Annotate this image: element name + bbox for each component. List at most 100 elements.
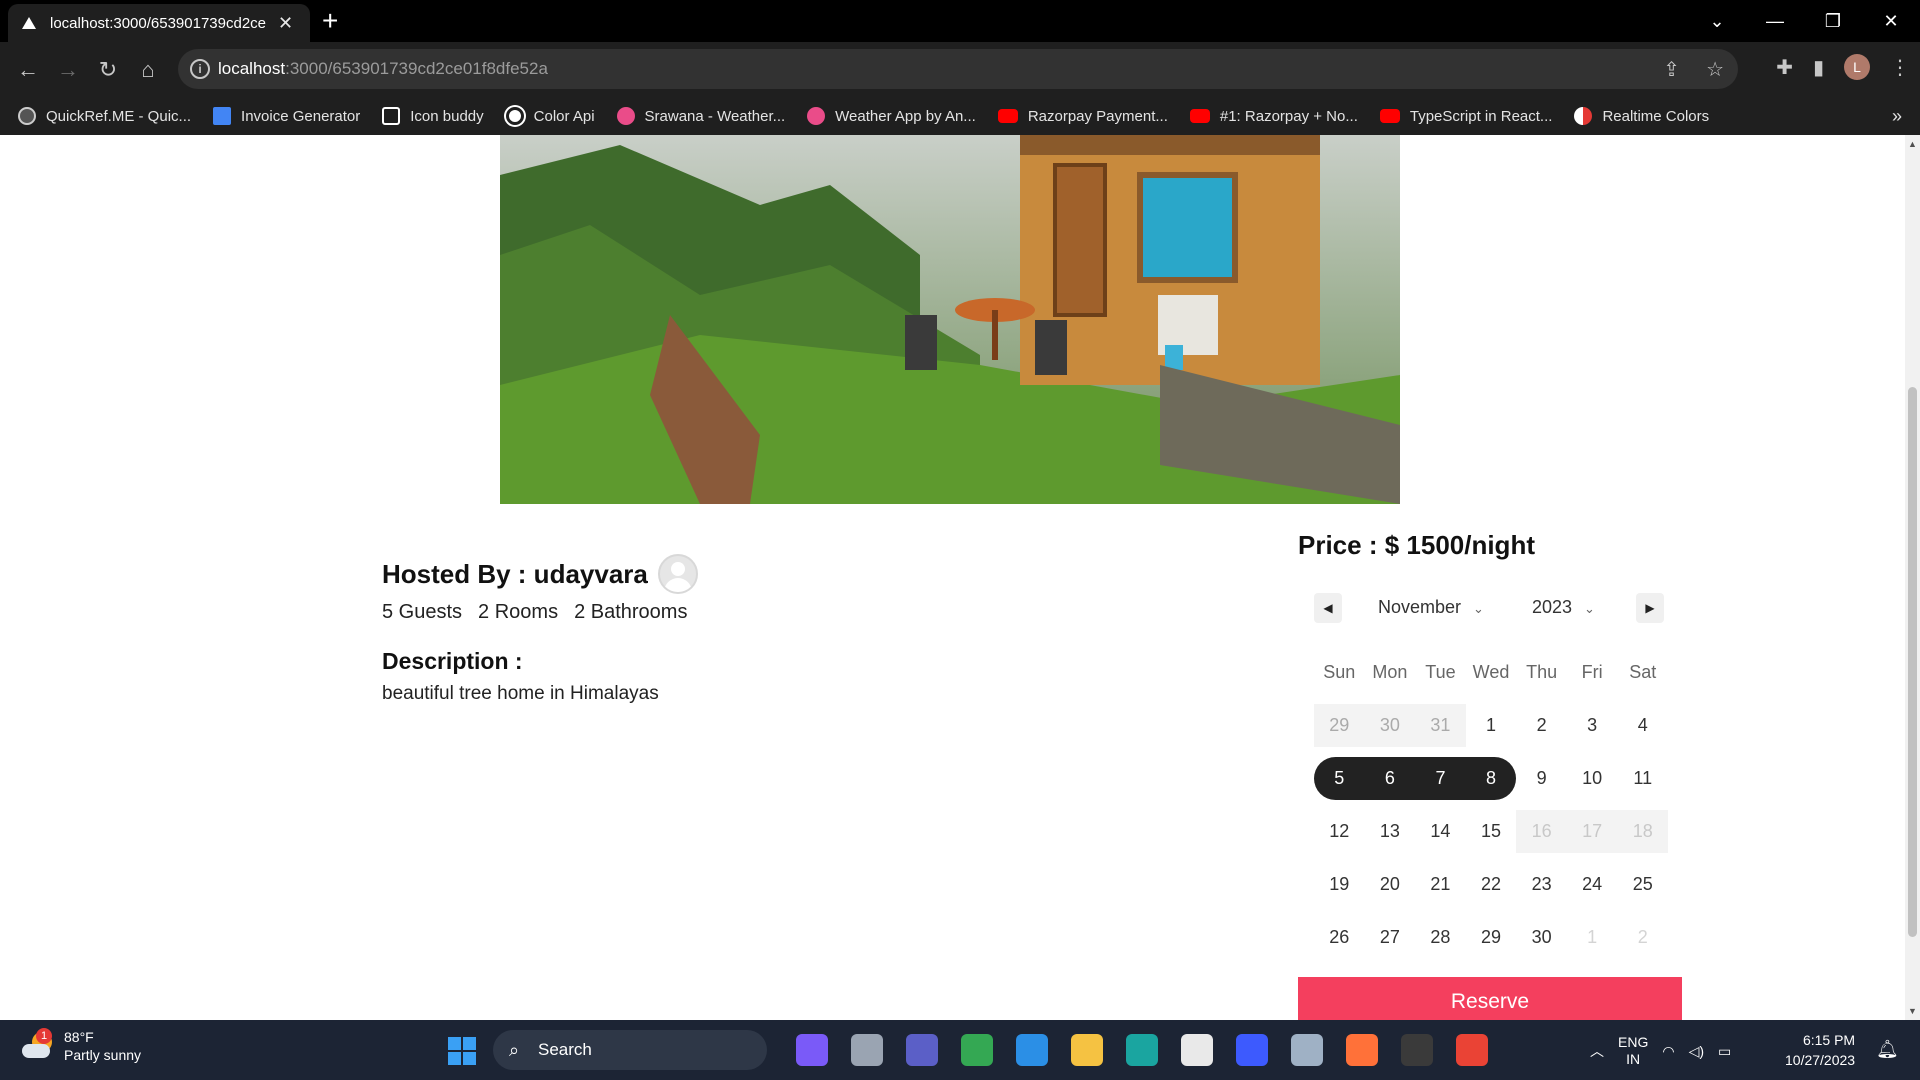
language-indicator[interactable]: ENG IN	[1618, 1034, 1648, 1068]
minimize-icon[interactable]: —	[1746, 11, 1804, 32]
scroll-down-icon[interactable]: ▼	[1908, 1006, 1917, 1016]
info-icon[interactable]: i	[190, 59, 210, 79]
calendar-day[interactable]: 3	[1567, 704, 1618, 747]
scrollbar[interactable]: ▲ ▼	[1905, 135, 1920, 1020]
system-tray: ︿ ENG IN ◠ ◁) ▭	[1590, 1034, 1731, 1068]
window-controls: ⌄ — ❐ ✕	[1688, 0, 1920, 42]
bookmark-item[interactable]: #1: Razorpay + No...	[1189, 108, 1358, 125]
extensions-icon[interactable]: ✚	[1776, 55, 1793, 80]
task-view-icon[interactable]	[851, 1034, 883, 1066]
menu-icon[interactable]: ⋮	[1890, 55, 1910, 80]
reserve-button[interactable]: Reserve	[1298, 977, 1682, 1020]
calendar-day[interactable]: 26	[1314, 916, 1365, 959]
calendar-day[interactable]: 8	[1465, 757, 1517, 800]
forward-icon[interactable]: →	[52, 54, 84, 86]
bookmark-item[interactable]: Icon buddy	[382, 107, 484, 125]
next-month-icon[interactable]: ▶	[1636, 593, 1664, 623]
share-icon[interactable]: ⇪	[1663, 57, 1680, 82]
calendar-day[interactable]: 23	[1516, 863, 1567, 906]
copilot-icon[interactable]	[796, 1034, 828, 1066]
chrome-profile-icon[interactable]	[1456, 1034, 1488, 1066]
bathrooms-count: 2 Bathrooms	[574, 601, 688, 623]
calendar-day[interactable]: 12	[1314, 810, 1365, 853]
edge-icon[interactable]	[1126, 1034, 1158, 1066]
bookmark-item[interactable]: Invoice Generator	[213, 107, 360, 125]
bookmark-item[interactable]: Srawana - Weather...	[616, 107, 785, 125]
bookmark-label: Icon buddy	[410, 107, 484, 125]
prev-month-icon[interactable]: ◀	[1314, 593, 1342, 623]
clock[interactable]: 6:15 PM 10/27/2023	[1785, 1030, 1855, 1070]
star-icon[interactable]: ☆	[1706, 57, 1724, 82]
calendar-day[interactable]: 29	[1466, 916, 1517, 959]
calendar-day[interactable]: 13	[1365, 810, 1416, 853]
calendar-day[interactable]: 2	[1516, 704, 1567, 747]
reload-icon[interactable]: ↻	[92, 54, 124, 86]
volume-icon[interactable]: ◁)	[1689, 1043, 1704, 1060]
tab-search-icon[interactable]: ⌄	[1688, 11, 1746, 32]
icb-icon	[382, 107, 401, 125]
calendar-day[interactable]: 9	[1516, 757, 1567, 800]
battery-icon[interactable]: ▭	[1718, 1043, 1731, 1060]
clock-time: 6:15 PM	[1802, 1032, 1856, 1048]
bookmark-item[interactable]: Realtime Colors	[1574, 107, 1709, 125]
chrome-icon[interactable]	[961, 1034, 993, 1066]
browser-tab[interactable]: localhost:3000/653901739cd2ce ✕	[8, 4, 310, 42]
calendar-day[interactable]: 10	[1567, 757, 1618, 800]
scroll-thumb[interactable]	[1908, 387, 1917, 937]
notification-bell-icon[interactable]: 🔔︎	[1876, 1039, 1899, 1060]
side-panel-icon[interactable]: ▮	[1813, 55, 1824, 80]
calendar-day[interactable]: 1	[1466, 704, 1517, 747]
wifi-icon[interactable]: ◠	[1662, 1043, 1674, 1060]
firefox-icon[interactable]	[1346, 1034, 1378, 1066]
calendar-day[interactable]: 24	[1567, 863, 1618, 906]
new-tab-button[interactable]: +	[322, 4, 338, 38]
calendar-day[interactable]: 6	[1364, 757, 1416, 800]
windows-start-icon[interactable]	[448, 1037, 476, 1065]
calendar-day[interactable]: 22	[1466, 863, 1517, 906]
calendar-day[interactable]: 15	[1466, 810, 1517, 853]
address-bar[interactable]: i localhost:3000/653901739cd2ce01f8dfe52…	[178, 49, 1738, 89]
calendar-day[interactable]: 20	[1365, 863, 1416, 906]
restore-icon[interactable]: ❐	[1804, 11, 1862, 32]
close-window-icon[interactable]: ✕	[1862, 11, 1920, 32]
calendar-day[interactable]: 4	[1617, 704, 1668, 747]
calendar-week: 29 30 31 1 2 3 4	[1314, 699, 1668, 752]
home-icon[interactable]: ⌂	[132, 54, 164, 86]
bookmark-label: Color Api	[533, 107, 595, 125]
browser-toolbar: ← → ↻ ⌂ i localhost:3000/653901739cd2ce0…	[0, 42, 1920, 97]
taskbar-search[interactable]: ⌕ Search	[493, 1030, 767, 1070]
explorer-icon[interactable]	[1071, 1034, 1103, 1066]
month-select[interactable]: November ⌄	[1378, 597, 1484, 618]
bookmark-item[interactable]: Razorpay Payment...	[997, 108, 1168, 125]
bookmark-item[interactable]: Weather App by An...	[807, 107, 976, 125]
calendar-day[interactable]: 11	[1617, 757, 1668, 800]
calendar-day[interactable]: 14	[1415, 810, 1466, 853]
calendar-day[interactable]: 5	[1314, 757, 1365, 800]
back-icon[interactable]: ←	[12, 54, 44, 86]
calendar-day[interactable]: 28	[1415, 916, 1466, 959]
bookmark-item[interactable]: Color Api	[505, 107, 595, 125]
chevron-up-icon[interactable]: ︿	[1590, 1041, 1604, 1061]
profile-avatar[interactable]: L	[1844, 54, 1870, 80]
calculator-icon[interactable]	[1291, 1034, 1323, 1066]
calendar-day[interactable]: 27	[1365, 916, 1416, 959]
calendar-day[interactable]: 21	[1415, 863, 1466, 906]
calendar-day[interactable]: 25	[1617, 863, 1668, 906]
store-icon[interactable]	[1181, 1034, 1213, 1066]
hosted-by-heading: Hosted By : udayvara	[382, 554, 698, 594]
vscode-icon[interactable]	[1016, 1034, 1048, 1066]
calendar-day[interactable]: 7	[1415, 757, 1466, 800]
yt-icon	[1379, 109, 1400, 123]
close-icon[interactable]: ✕	[278, 13, 293, 34]
terminal-icon[interactable]	[1401, 1034, 1433, 1066]
calendar-day[interactable]: 19	[1314, 863, 1365, 906]
year-select[interactable]: 2023 ⌄	[1532, 597, 1595, 618]
meet-icon[interactable]	[906, 1034, 938, 1066]
scroll-up-icon[interactable]: ▲	[1908, 139, 1917, 149]
drawboard-icon[interactable]	[1236, 1034, 1268, 1066]
bookmark-item[interactable]: TypeScript in React...	[1379, 108, 1552, 125]
weather-widget[interactable]: 1 88°F Partly sunny	[22, 1028, 141, 1064]
more-bookmarks-icon[interactable]: »	[1892, 106, 1902, 127]
bookmark-item[interactable]: QuickRef.ME - Quic...	[18, 107, 191, 125]
calendar-day[interactable]: 30	[1516, 916, 1567, 959]
